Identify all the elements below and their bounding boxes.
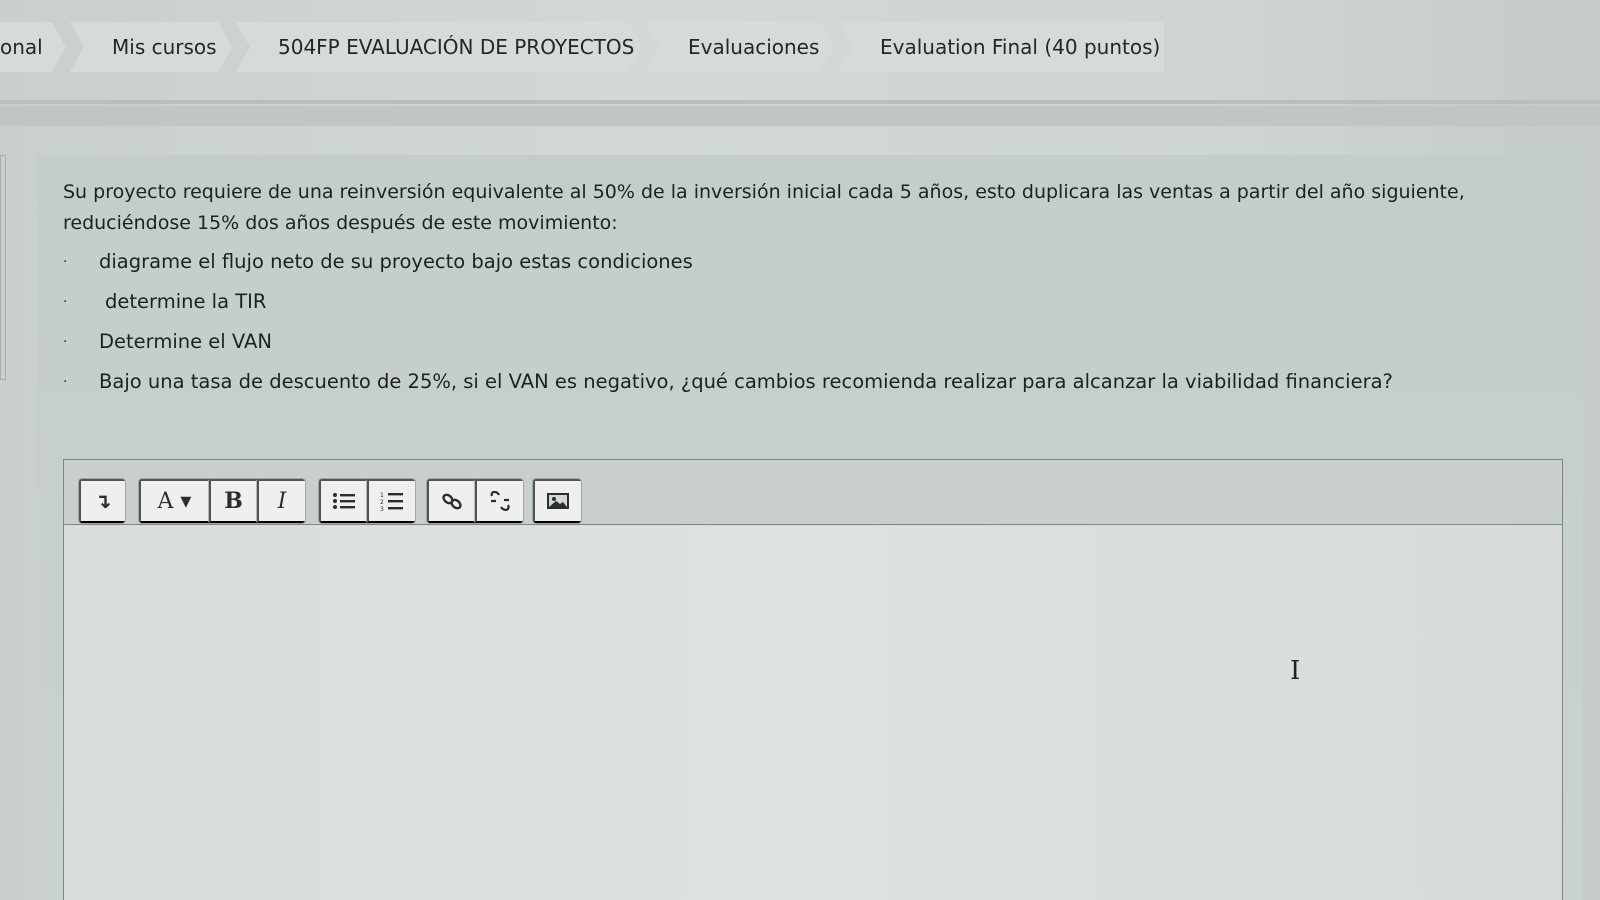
text-cursor-icon: I: [1290, 656, 1301, 686]
toolbar-group-media: [532, 478, 582, 524]
breadcrumb-item-personal[interactable]: onal: [0, 22, 66, 72]
bullet-dot-icon: ·: [63, 334, 68, 350]
breadcrumb-item-current[interactable]: Evaluation Final (40 puntos): [838, 22, 1164, 72]
image-icon[interactable]: [533, 479, 581, 523]
breadcrumb-item-evaluaciones[interactable]: Evaluaciones: [646, 22, 834, 72]
list-item: · diagrame el flujo neto de su proyecto b…: [63, 245, 1563, 285]
breadcrumb-item-course[interactable]: 504FP EVALUACIÓN DE PROYECTOS I: [236, 22, 642, 72]
breadcrumb: onal Mis cursos 504FP EVALUACIÓN DE PROY…: [0, 22, 1168, 72]
bullet-dot-icon: ·: [63, 294, 68, 310]
bold-icon[interactable]: B: [209, 479, 257, 523]
bullet-list-icon[interactable]: [319, 479, 367, 523]
question-text: Su proyecto requiere de una reinversión …: [63, 181, 1465, 234]
link-icon[interactable]: [427, 479, 475, 523]
numbered-list-icon[interactable]: 123: [367, 479, 415, 523]
question-bullet-list: · diagrame el flujo neto de su proyecto b…: [63, 245, 1563, 405]
toolbar-group-links: [426, 478, 524, 524]
italic-icon[interactable]: I: [257, 479, 305, 523]
answer-editor: ↴ A ▾ B I 123 I: [63, 459, 1563, 900]
answer-textarea[interactable]: I: [64, 526, 1562, 900]
toolbar-group-lists: 123: [318, 478, 416, 524]
list-item: · determine la TIR: [63, 285, 1563, 325]
list-item: · Bajo una tasa de descuento de 25%, si e…: [63, 365, 1563, 405]
left-edge-panel: [0, 155, 6, 380]
svg-text:1: 1: [380, 492, 384, 499]
breadcrumb-item-mis-cursos[interactable]: Mis cursos: [70, 22, 232, 72]
svg-text:3: 3: [380, 506, 384, 511]
page: onal Mis cursos 504FP EVALUACIÓN DE PROY…: [0, 0, 1600, 900]
bullet-dot-icon: ·: [63, 374, 68, 390]
collapse-icon[interactable]: ↴: [79, 479, 125, 523]
bullet-dot-icon: ·: [63, 254, 68, 270]
unlink-icon[interactable]: [475, 479, 523, 523]
header-band: [0, 106, 1600, 126]
toolbar-group-collapse: ↴: [78, 478, 126, 524]
toolbar-group-format: A ▾ B I: [138, 478, 306, 524]
editor-toolbar: ↴ A ▾ B I 123: [64, 460, 1562, 525]
svg-text:2: 2: [380, 499, 384, 506]
question-panel: Su proyecto requiere de una reinversión …: [37, 155, 1583, 900]
header-divider: [0, 100, 1600, 104]
list-item: · Determine el VAN: [63, 325, 1563, 365]
font-style-icon[interactable]: A ▾: [139, 479, 209, 523]
